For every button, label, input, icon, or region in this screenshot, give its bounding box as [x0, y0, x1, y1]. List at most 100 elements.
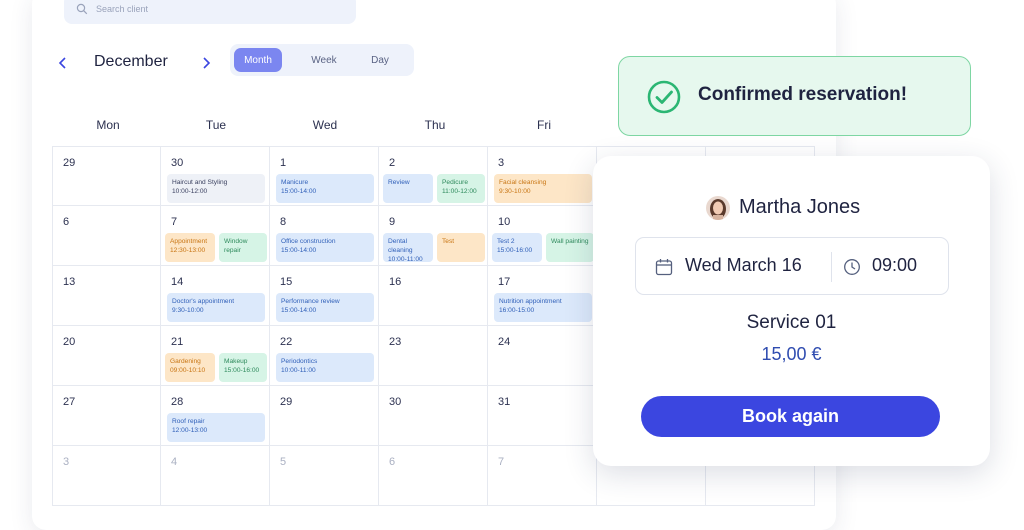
- day-cell[interactable]: 27: [52, 386, 161, 446]
- day-cell[interactable]: 14 Doctor's appointment 9:30-10:00: [161, 266, 270, 326]
- view-week-button[interactable]: Week: [298, 48, 350, 72]
- calendar-event[interactable]: Manicure 15:00-14:00: [276, 174, 374, 203]
- day-cell[interactable]: 23: [379, 326, 488, 386]
- event-title: Review: [388, 179, 410, 186]
- day-cell[interactable]: 1 Manicure 15:00-14:00: [270, 146, 379, 206]
- day-cell[interactable]: 7: [488, 446, 597, 506]
- calendar-event[interactable]: Performance review 15:00-14:00: [276, 293, 374, 322]
- datetime-box: Wed March 16 09:00: [635, 237, 949, 295]
- view-day-button[interactable]: Day: [354, 48, 406, 72]
- month-title: December: [94, 53, 168, 70]
- calendar-event[interactable]: Test 2 15:00-16:00: [492, 233, 542, 262]
- search-bar[interactable]: [64, 0, 356, 24]
- day-cell[interactable]: 31: [488, 386, 597, 446]
- day-cell[interactable]: 7 Appointment 12:30-13:00 Window repair: [161, 206, 270, 266]
- event-time: 15:00-14:00: [281, 188, 317, 195]
- day-cell[interactable]: 30: [379, 386, 488, 446]
- calendar-event[interactable]: Office construction 15:00-14:00: [276, 233, 374, 262]
- event-time: 15:00-14:00: [281, 247, 317, 254]
- day-cell[interactable]: 15 Performance review 15:00-14:00: [270, 266, 379, 326]
- day-cell[interactable]: 2 Review Pedicure 11:00-12:00: [379, 146, 488, 206]
- day-cell[interactable]: 4: [161, 446, 270, 506]
- calendar-event[interactable]: Haircut and Styling 10:00-12:00: [167, 174, 265, 203]
- event-title: Office construction: [281, 238, 336, 245]
- event-time: 10:00-11:00: [388, 256, 423, 262]
- search-icon: [76, 3, 88, 15]
- day-cell[interactable]: 5: [270, 446, 379, 506]
- day-number: 8: [280, 216, 287, 228]
- day-number: 20: [63, 336, 76, 348]
- calendar-event[interactable]: Wall painting: [546, 233, 594, 262]
- day-cell[interactable]: 9 Dental cleaning 10:00-11:00 Test: [379, 206, 488, 266]
- weekday-label: Mon: [96, 118, 120, 132]
- day-cell[interactable]: 3 Facial cleansing 9:30-10:00: [488, 146, 597, 206]
- book-again-button[interactable]: Book again: [641, 396, 940, 437]
- day-cell[interactable]: 21 Gardening 09:00-10:10 Makeup 15:00-16:00: [161, 326, 270, 386]
- calendar-event[interactable]: Makeup 15:00-16:00: [219, 353, 267, 382]
- event-time: 12:00-13:00: [172, 427, 208, 434]
- calendar-event[interactable]: Appointment 12:30-13:00: [165, 233, 215, 262]
- day-cell[interactable]: 20: [52, 326, 161, 386]
- calendar-event[interactable]: Window repair: [219, 233, 267, 262]
- calendar-event[interactable]: Nutrition appointment 16:00-15:00: [494, 293, 592, 322]
- event-title: Nutrition appointment: [499, 298, 562, 305]
- day-cell[interactable]: 8 Office construction 15:00-14:00: [270, 206, 379, 266]
- event-time: 09:00-10:10: [170, 367, 206, 374]
- view-month-button[interactable]: Month: [234, 48, 282, 72]
- calendar-event[interactable]: Test: [437, 233, 485, 262]
- search-input[interactable]: [94, 3, 338, 15]
- event-time: 10:00-11:00: [281, 367, 316, 374]
- day-number: 31: [498, 396, 511, 408]
- client-name: Martha Jones: [739, 196, 861, 218]
- day-number: 4: [171, 456, 178, 468]
- event-title: Makeup: [224, 358, 248, 365]
- calendar-event[interactable]: Roof repair 12:00-13:00: [167, 413, 265, 442]
- calendar-event[interactable]: Periodontics 10:00-11:00: [276, 353, 374, 382]
- day-cell[interactable]: 6: [52, 206, 161, 266]
- calendar-event[interactable]: Doctor's appointment 9:30-10:00: [167, 293, 265, 322]
- day-number: 17: [498, 276, 511, 288]
- day-cell[interactable]: 29: [52, 146, 161, 206]
- reservation-time: 09:00: [872, 255, 918, 275]
- day-number: 3: [498, 157, 505, 169]
- day-cell[interactable]: 29: [270, 386, 379, 446]
- calendar-event[interactable]: Dental cleaning 10:00-11:00: [383, 233, 433, 262]
- event-title: Manicure: [281, 179, 309, 186]
- weekday-label: Tue: [205, 118, 227, 132]
- day-cell[interactable]: 3: [52, 446, 161, 506]
- day-cell[interactable]: 10 Test 2 15:00-16:00 Wall painting: [488, 206, 597, 266]
- weekday-label: Fri: [537, 118, 551, 132]
- event-title: Dental cleaning: [388, 238, 413, 254]
- prev-month-button[interactable]: [54, 54, 72, 72]
- day-number: 16: [389, 276, 402, 288]
- day-cell[interactable]: 28 Roof repair 12:00-13:00: [161, 386, 270, 446]
- calendar-event[interactable]: Facial cleansing 9:30-10:00: [494, 174, 592, 203]
- day-cell[interactable]: 16: [379, 266, 488, 326]
- clock-icon: [844, 259, 860, 275]
- day-cell[interactable]: 24: [488, 326, 597, 386]
- day-number: 29: [280, 396, 293, 408]
- weekday-label: Thu: [424, 118, 446, 132]
- day-number: 1: [280, 157, 287, 169]
- day-number: 6: [389, 456, 396, 468]
- day-number: 2: [389, 157, 396, 169]
- event-time: 9:30-10:00: [172, 307, 204, 314]
- event-title: Haircut and Styling: [172, 179, 228, 186]
- event-time: 12:30-13:00: [170, 247, 206, 254]
- calendar-event[interactable]: Pedicure 11:00-12:00: [437, 174, 485, 203]
- day-cell[interactable]: 6: [379, 446, 488, 506]
- day-cell[interactable]: 17 Nutrition appointment 16:00-15:00: [488, 266, 597, 326]
- day-cell[interactable]: 13: [52, 266, 161, 326]
- service-name: Service 01: [746, 312, 837, 333]
- day-number: 23: [389, 336, 402, 348]
- calendar-event[interactable]: Gardening 09:00-10:10: [165, 353, 215, 382]
- next-month-button[interactable]: [197, 54, 215, 72]
- day-cell[interactable]: 22 Periodontics 10:00-11:00: [270, 326, 379, 386]
- day-cell[interactable]: 30 Haircut and Styling 10:00-12:00: [161, 146, 270, 206]
- event-time: 11:00-12:00: [442, 188, 477, 195]
- event-time: 9:30-10:00: [499, 188, 531, 195]
- check-circle-icon: [647, 80, 681, 114]
- day-number: 28: [171, 396, 184, 408]
- day-number: 22: [280, 336, 293, 348]
- calendar-event[interactable]: Review: [383, 174, 433, 203]
